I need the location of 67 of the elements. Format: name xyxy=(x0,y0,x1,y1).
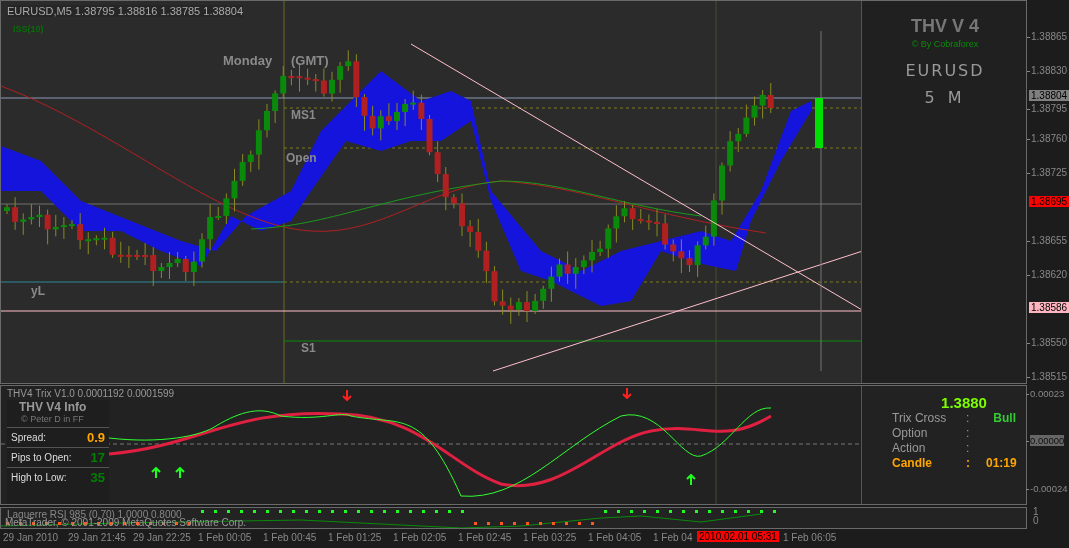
time-label: 29 Jan 2010 xyxy=(3,532,59,543)
symbol-info: EURUSD,M5 1.38795 1.38816 1.38785 1.38804 xyxy=(7,5,244,17)
status-label: Trix Cross xyxy=(892,411,948,426)
brand-title: THV V 4 xyxy=(911,16,979,37)
info-value: 17 xyxy=(90,450,105,465)
down-arrow-icon xyxy=(342,389,352,401)
status-separator: : xyxy=(966,411,971,426)
time-label: 29 Jan 22:25 xyxy=(133,532,191,543)
status-label: Action xyxy=(892,441,927,456)
time-label: 1 Feb 04 xyxy=(653,532,693,543)
time-label: 1 Feb 02:05 xyxy=(393,532,447,543)
candle xyxy=(589,239,595,273)
candle xyxy=(329,71,335,103)
candle xyxy=(459,192,465,237)
status-separator: : xyxy=(966,456,971,471)
timeframe-label: 5 M xyxy=(924,88,966,107)
status-separator: : xyxy=(966,441,971,456)
status-label: Candle xyxy=(892,456,933,471)
time-label: 29 Jan 21:45 xyxy=(68,532,126,543)
up-arrow-icon xyxy=(175,467,185,479)
candle xyxy=(654,208,660,237)
candle xyxy=(69,219,75,230)
symbol-label: EURUSD xyxy=(905,61,985,80)
info-credit: © Peter D in FF xyxy=(20,414,85,424)
level-label: MS1 xyxy=(291,108,316,122)
axis-label: 0 xyxy=(1033,517,1039,525)
candle xyxy=(199,232,205,269)
info-value: 0.9 xyxy=(86,430,105,445)
cursor-time-label: 2010.02.01 05:31 xyxy=(697,531,779,542)
status-label: Option xyxy=(892,426,929,441)
indicator-title: THV4 Trix V1.0 0.0001192 0.0001599 xyxy=(7,388,175,399)
time-label: 1 Feb 06:05 xyxy=(783,532,837,543)
candle xyxy=(264,103,270,138)
info-value: 35 xyxy=(90,470,105,485)
candle xyxy=(4,203,10,215)
time-label: 1 Feb 03:25 xyxy=(523,532,577,543)
info-label: Pips to Open: xyxy=(11,452,72,463)
axis-label: 1 xyxy=(1033,508,1039,516)
time-label: 1 Feb 04:05 xyxy=(588,532,642,543)
level-label: S1 xyxy=(301,341,316,355)
session-label: Monday xyxy=(223,53,273,68)
down-arrow-icon xyxy=(622,387,632,399)
current-bar xyxy=(815,98,823,148)
level-label: yL xyxy=(31,284,45,298)
status-value: 01:19 xyxy=(986,456,1017,471)
price-marker: 1.38804 xyxy=(1029,90,1069,102)
candle xyxy=(394,102,400,131)
time-label: 1 Feb 02:45 xyxy=(458,532,512,543)
candle xyxy=(719,162,725,215)
price-marker: 1.38586 xyxy=(1029,302,1069,313)
status-value: Bull xyxy=(992,411,1016,426)
info-label: Spread: xyxy=(11,432,47,443)
up-arrow-icon xyxy=(686,474,696,486)
indicator-label: ISS(10) xyxy=(13,24,44,34)
brand-credit: © By Cobraforex xyxy=(911,39,979,49)
time-label: 1 Feb 01:25 xyxy=(328,532,382,543)
time-label: 1 Feb 00:05 xyxy=(198,532,252,543)
session-label: (GMT) xyxy=(291,53,329,68)
candle xyxy=(134,249,140,261)
status-separator: : xyxy=(966,426,971,441)
price-marker: 1.38695 xyxy=(1029,196,1069,208)
info-title: THV V4 Info xyxy=(18,400,88,414)
candle xyxy=(524,290,530,323)
up-arrow-icon xyxy=(151,467,161,479)
time-label: 1 Feb 00:45 xyxy=(263,532,317,543)
info-label: High to Low: xyxy=(11,472,67,483)
price-value: 1.3880 xyxy=(940,394,988,411)
